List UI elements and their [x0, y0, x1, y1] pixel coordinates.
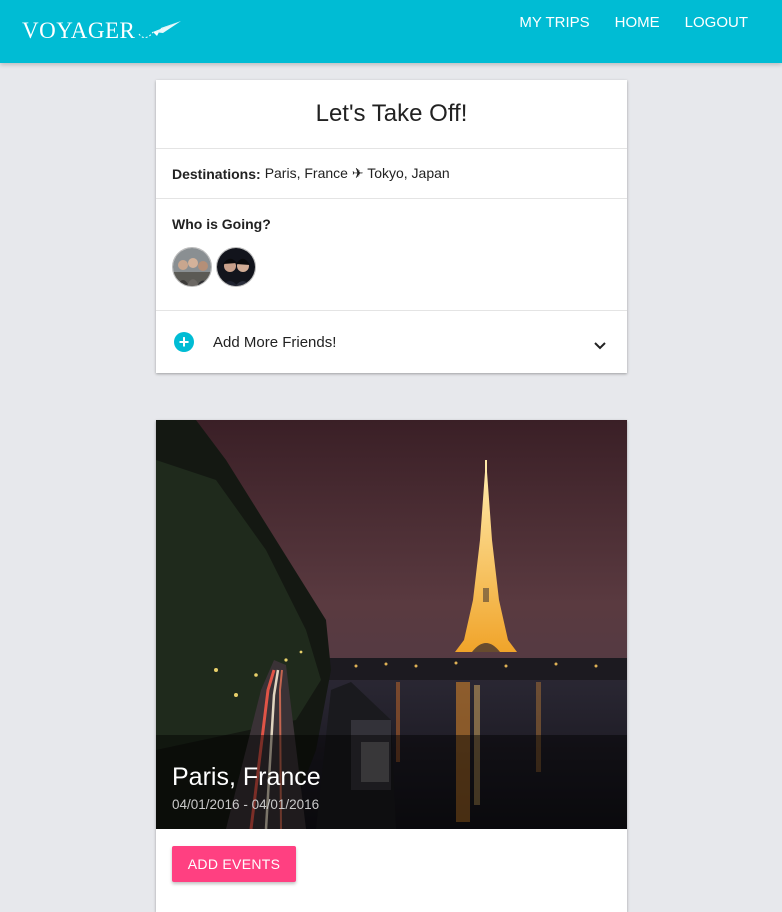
friend-avatar-1[interactable] — [172, 247, 212, 287]
nav-logout[interactable]: LOGOUT — [685, 14, 748, 31]
who-is-going-label: Who is Going? — [172, 216, 271, 232]
add-friends-toggle[interactable]: + Add More Friends! — [156, 311, 627, 373]
brand-name: VOYAGER — [22, 17, 136, 43]
city-card: Paris, France 04/01/2016 - 04/01/2016 AD… — [156, 420, 627, 912]
destinations-label: Destinations: — [172, 165, 261, 182]
friend-avatar-2[interactable] — [216, 247, 256, 287]
destinations-row: Destinations: Paris, France ✈ Tokyo, Jap… — [156, 149, 627, 199]
city-photo: Paris, France 04/01/2016 - 04/01/2016 — [156, 420, 627, 829]
nav-home[interactable]: HOME — [615, 14, 660, 31]
city-dates: 04/01/2016 - 04/01/2016 — [172, 797, 320, 812]
nav-my-trips[interactable]: MY TRIPS — [519, 14, 589, 31]
brand-logo[interactable]: VOYAGER — [22, 16, 183, 45]
plus-circle-icon: + — [174, 332, 194, 352]
photo-caption: Paris, France 04/01/2016 - 04/01/2016 — [156, 735, 627, 829]
city-name: Paris, France — [172, 763, 321, 791]
chevron-down-icon[interactable] — [593, 341, 607, 351]
trip-title: Let's Take Off! — [156, 80, 627, 149]
add-events-button[interactable]: ADD EVENTS — [172, 846, 296, 882]
paper-plane-icon — [137, 14, 183, 45]
who-is-going-section: Who is Going? — [156, 199, 627, 311]
avatar-list — [172, 247, 611, 287]
add-friends-label: Add More Friends! — [213, 333, 337, 351]
trip-card: Let's Take Off! Destinations: Paris, Fra… — [156, 80, 627, 373]
top-navbar: VOYAGER MY TRIPS HOME LOGOUT — [0, 0, 782, 63]
destinations-value: Paris, France ✈ Tokyo, Japan — [264, 165, 450, 181]
nav-links: MY TRIPS HOME LOGOUT — [519, 14, 748, 31]
